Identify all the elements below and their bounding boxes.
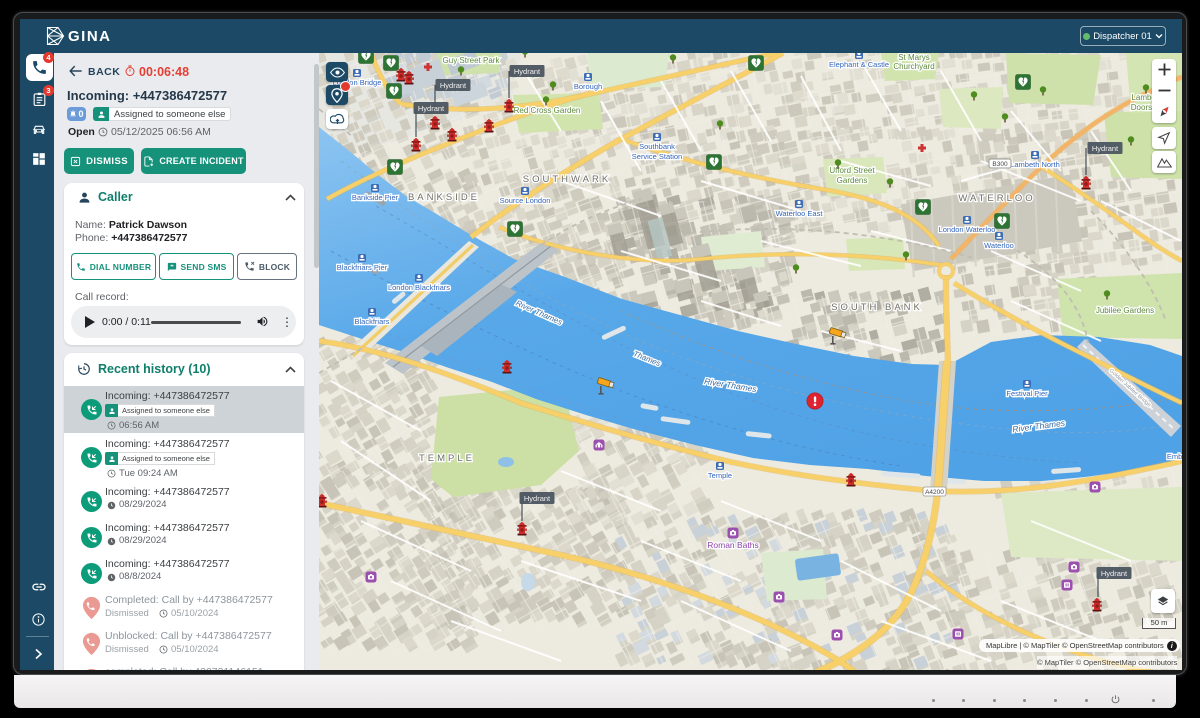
svg-text:Source London: Source London xyxy=(500,196,551,205)
svg-text:Service Station: Service Station xyxy=(632,152,682,161)
svg-text:Roman Baths: Roman Baths xyxy=(707,540,759,550)
svg-text:B300: B300 xyxy=(992,161,1008,168)
svg-text:Jubilee Gardens: Jubilee Gardens xyxy=(1096,306,1154,315)
svg-text:Hydrant: Hydrant xyxy=(524,494,551,503)
svg-text:Elephant & Castle: Elephant & Castle xyxy=(829,60,889,69)
svg-text:WATERLOO: WATERLOO xyxy=(958,193,1035,204)
svg-text:London Waterloo: London Waterloo xyxy=(939,225,996,234)
svg-text:Hydrant: Hydrant xyxy=(440,81,467,90)
svg-text:BANKSIDE: BANKSIDE xyxy=(408,192,480,203)
svg-text:Gardens: Gardens xyxy=(837,176,868,185)
svg-text:Bankside Pier: Bankside Pier xyxy=(352,193,399,202)
svg-text:Southbank: Southbank xyxy=(639,142,675,151)
svg-text:Hydrant: Hydrant xyxy=(514,67,541,76)
svg-text:SOUTH BANK: SOUTH BANK xyxy=(831,302,923,313)
svg-text:Churchyard: Churchyard xyxy=(893,62,934,71)
svg-text:A4200: A4200 xyxy=(925,489,944,496)
svg-text:Borough: Borough xyxy=(574,82,602,91)
svg-text:St Marys: St Marys xyxy=(898,53,930,62)
svg-text:Hydrant: Hydrant xyxy=(1092,144,1119,153)
svg-text:SOUTHWARK: SOUTHWARK xyxy=(523,174,611,185)
svg-text:Ufford Street: Ufford Street xyxy=(829,166,875,175)
svg-text:Blackfriars: Blackfriars xyxy=(354,317,389,326)
svg-text:Lambeth North: Lambeth North xyxy=(1010,160,1060,169)
svg-text:Temple: Temple xyxy=(708,471,732,480)
svg-text:Blackfriars Pier: Blackfriars Pier xyxy=(337,263,388,272)
svg-text:Hydrant: Hydrant xyxy=(418,104,445,113)
svg-text:Hydrant: Hydrant xyxy=(1101,569,1128,578)
svg-text:London Blackfriars: London Blackfriars xyxy=(388,283,450,292)
svg-text:Red Cross Garden: Red Cross Garden xyxy=(514,106,581,115)
svg-text:Waterloo East: Waterloo East xyxy=(776,209,824,218)
svg-text:Embankment: Embankment xyxy=(1167,452,1182,461)
svg-text:Festival Pier: Festival Pier xyxy=(1006,389,1048,398)
svg-text:Waterloo: Waterloo xyxy=(984,241,1014,250)
svg-text:Guy Street Park: Guy Street Park xyxy=(443,56,501,65)
svg-text:TEMPLE: TEMPLE xyxy=(419,453,475,464)
